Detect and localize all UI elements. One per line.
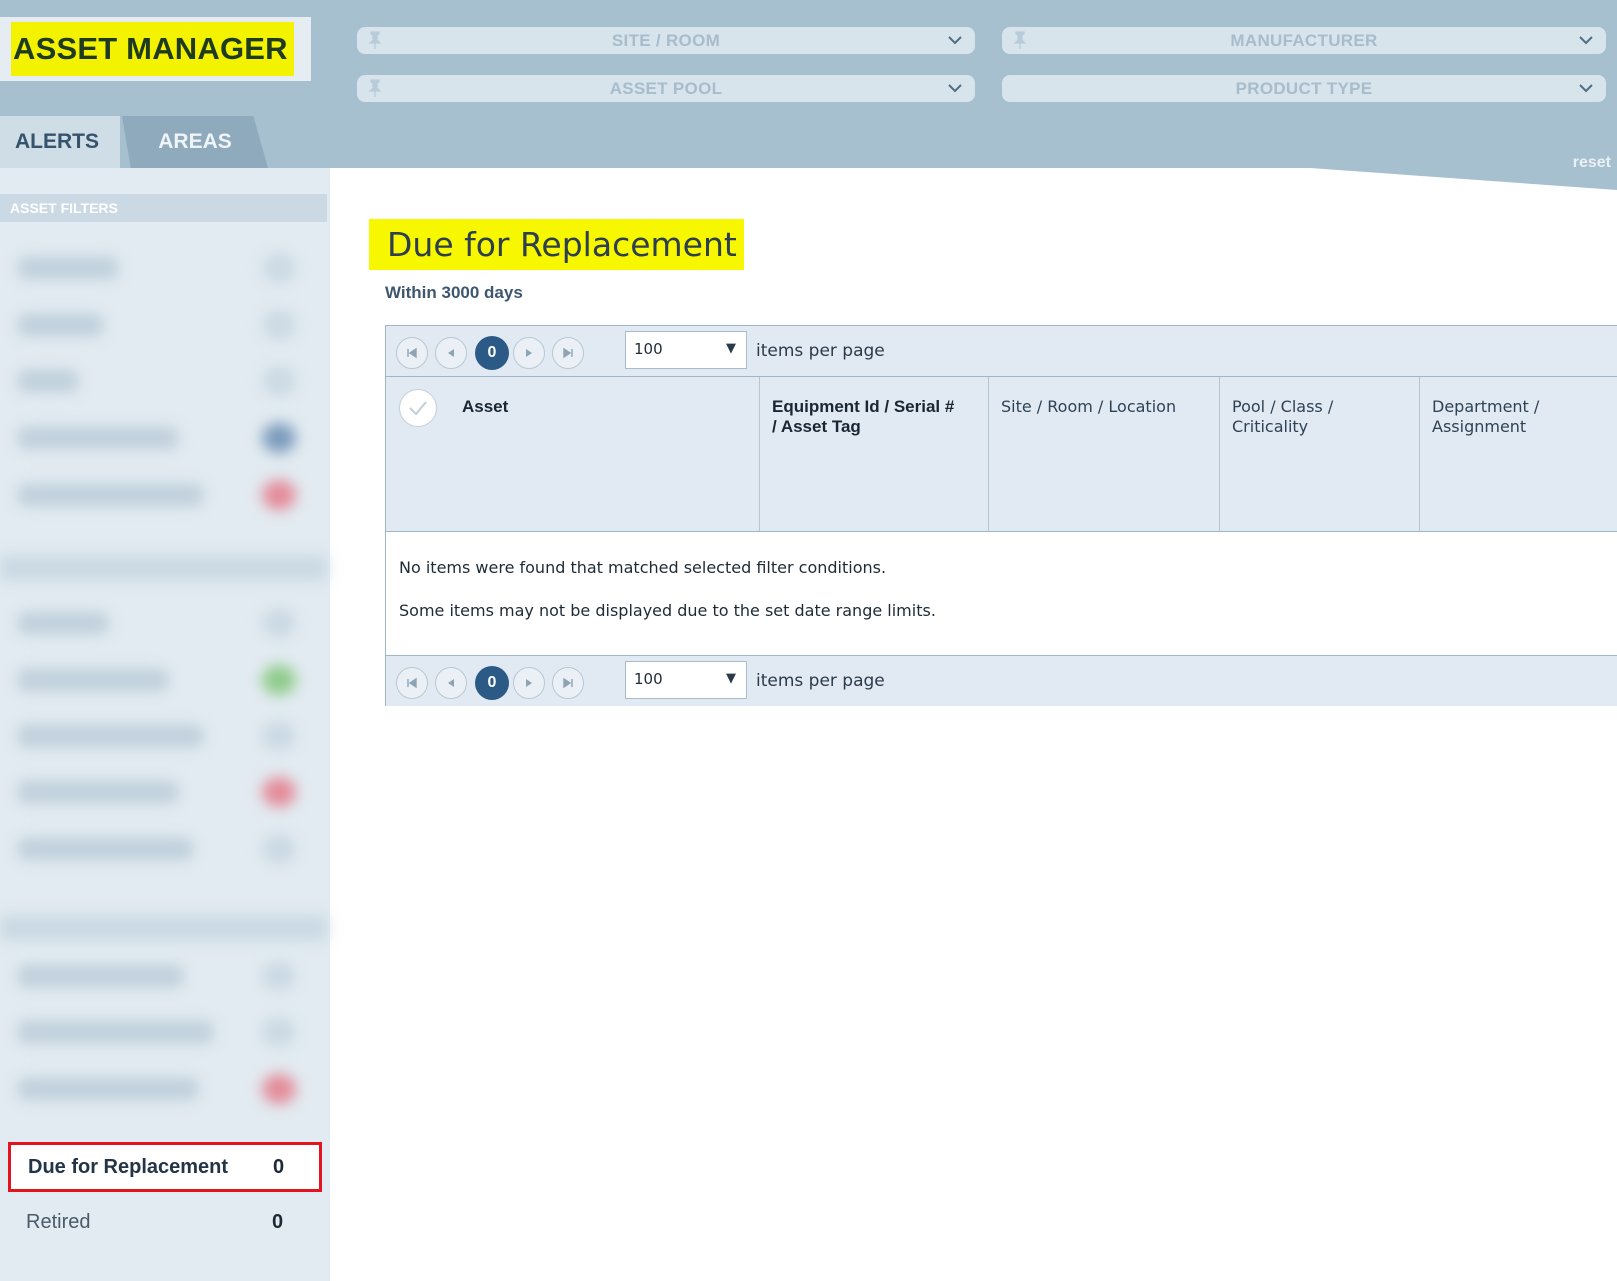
- chevron-down-icon: [1579, 84, 1593, 93]
- chevron-down-icon: [1579, 36, 1593, 45]
- column-header-asset[interactable]: Asset: [386, 377, 759, 531]
- sidebar-item-count: 0: [273, 1156, 285, 1178]
- dropdown-arrow-icon: ▼: [726, 341, 736, 356]
- asset-pool-filter[interactable]: ASSET POOL: [357, 75, 975, 102]
- checkmark-icon: [409, 401, 427, 416]
- items-per-page-label: items per page: [756, 341, 885, 361]
- next-page-button[interactable]: [513, 337, 545, 369]
- empty-results-message: No items were found that matched selecte…: [399, 558, 887, 577]
- column-header-pool-class-criticality[interactable]: Pool / Class / Criticality: [1219, 377, 1419, 531]
- tab-areas[interactable]: AREAS: [122, 116, 268, 168]
- column-header-equipment-id[interactable]: Equipment Id / Serial # / Asset Tag: [759, 377, 988, 531]
- next-page-button[interactable]: [513, 667, 545, 699]
- sidebar: ASSET FILTERS Due for Replacement 0 Reti…: [0, 168, 330, 1281]
- column-header-label: Pool / Class /: [1232, 397, 1334, 416]
- pin-icon[interactable]: [1012, 31, 1028, 49]
- page-size-value: 100: [634, 340, 663, 358]
- page-subtitle: Within 3000 days: [385, 283, 523, 302]
- prev-page-icon: [448, 349, 454, 357]
- tab-alerts[interactable]: ALERTS: [0, 116, 120, 168]
- current-page[interactable]: 0: [475, 666, 509, 700]
- site-room-filter[interactable]: SITE / ROOM: [357, 27, 975, 54]
- sidebar-item-retired[interactable]: Retired 0: [8, 1198, 322, 1248]
- prev-page-button[interactable]: [435, 337, 467, 369]
- table-header: Asset Equipment Id / Serial # / Asset Ta…: [386, 377, 1617, 532]
- column-header-label: Equipment Id / Serial #: [772, 397, 955, 416]
- page-size-select[interactable]: 100 ▼: [625, 661, 747, 699]
- sidebar-item-due-for-replacement[interactable]: Due for Replacement 0: [8, 1142, 322, 1192]
- current-page[interactable]: 0: [475, 336, 509, 370]
- site-room-filter-label: SITE / ROOM: [611, 31, 721, 50]
- chevron-down-icon: [948, 84, 962, 93]
- prev-page-button[interactable]: [435, 667, 467, 699]
- sidebar-item-count: 0: [272, 1211, 284, 1233]
- first-page-button[interactable]: [396, 667, 428, 699]
- column-header-label: Criticality: [1232, 417, 1309, 436]
- chevron-down-icon: [948, 36, 962, 45]
- sidebar-heading: ASSET FILTERS: [0, 194, 327, 222]
- manufacturer-filter-label: MANUFACTURER: [1230, 31, 1378, 50]
- page-size-value: 100: [634, 670, 663, 688]
- pager-top: 0 100 ▼ items per page: [386, 326, 1617, 377]
- page-title: Due for Replacement: [369, 219, 744, 270]
- column-header-label: Assignment: [1432, 417, 1527, 436]
- first-page-icon: [407, 677, 417, 689]
- last-page-button[interactable]: [552, 337, 584, 369]
- first-page-icon: [407, 347, 417, 359]
- pin-icon[interactable]: [367, 31, 383, 49]
- header-edge-decoration: [330, 168, 1617, 190]
- next-page-icon: [526, 679, 532, 687]
- product-type-filter-label: PRODUCT TYPE: [1235, 79, 1373, 98]
- column-header-label: / Asset Tag: [772, 417, 861, 436]
- manufacturer-filter[interactable]: MANUFACTURER: [1002, 27, 1606, 54]
- sidebar-item-label: Retired: [26, 1211, 91, 1233]
- app-header: ASSET MANAGER SITE / ROOM MANUFACTURER A…: [0, 0, 1617, 171]
- column-header-label: Site / Room / Location: [1001, 397, 1177, 416]
- product-type-filter[interactable]: PRODUCT TYPE: [1002, 75, 1606, 102]
- logo-container: ASSET MANAGER: [0, 17, 311, 81]
- column-header-label: Department /: [1432, 397, 1540, 416]
- dropdown-arrow-icon: ▼: [726, 671, 736, 686]
- blurred-filter-group: [0, 228, 330, 1108]
- results-grid: 0 100 ▼ items per page Asset Equipment I…: [385, 325, 1617, 706]
- last-page-icon: [563, 347, 573, 359]
- items-per-page-label: items per page: [756, 671, 885, 691]
- pager-bottom: 0 100 ▼ items per page: [386, 655, 1617, 706]
- pin-icon[interactable]: [367, 79, 383, 97]
- last-page-button[interactable]: [552, 667, 584, 699]
- sidebar-item-label: Due for Replacement: [28, 1156, 229, 1178]
- first-page-button[interactable]: [396, 337, 428, 369]
- column-header-label: Asset: [462, 397, 509, 416]
- column-header-department-assignment[interactable]: Department / Assignment: [1419, 377, 1617, 531]
- asset-pool-filter-label: ASSET POOL: [609, 79, 723, 98]
- column-header-site-room-location[interactable]: Site / Room / Location: [988, 377, 1219, 531]
- app-logo[interactable]: ASSET MANAGER: [11, 22, 294, 76]
- next-page-icon: [526, 349, 532, 357]
- last-page-icon: [563, 677, 573, 689]
- prev-page-icon: [448, 679, 454, 687]
- select-all-checkbox[interactable]: [399, 389, 437, 427]
- page-size-select[interactable]: 100 ▼: [625, 331, 747, 369]
- date-range-note: Some items may not be displayed due to t…: [399, 601, 936, 620]
